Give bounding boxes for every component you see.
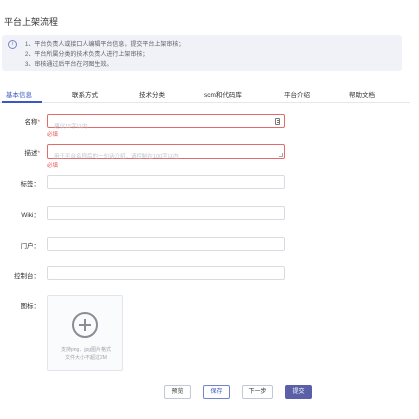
resize-handle-icon[interactable]: [279, 153, 283, 157]
upload-hint-size: 文件大小不超过2M: [65, 355, 107, 361]
required-mark: *: [37, 119, 40, 126]
page-title: 平台上架流程: [4, 17, 59, 27]
preview-button[interactable]: 预览: [164, 385, 191, 399]
tab-bar: 基本信息 联系方式 技术分类 scm和代码库 平台介绍 帮助文档: [0, 85, 410, 103]
info-icon: i: [8, 40, 17, 49]
plus-circle-icon: [72, 312, 98, 338]
required-mark: *: [37, 150, 40, 157]
portal-label: 门户：: [20, 243, 41, 250]
name-label: 名称*: [24, 119, 40, 126]
desc-label: 描述*: [24, 150, 40, 157]
wiki-label: Wiki：: [21, 212, 40, 219]
name-input[interactable]: [48, 121, 268, 133]
console-label: 控制台：: [14, 273, 40, 280]
desc-field[interactable]: [47, 144, 285, 163]
notice-box: i 1、平台负责人或接口人编辑平台信息，提交平台上架审核； 2、平台所属分类的技…: [2, 35, 402, 71]
notice-line: 2、平台所属分类的技术负责人进行上架审核；: [25, 52, 149, 58]
document-icon: [275, 118, 280, 125]
portal-field[interactable]: [47, 237, 285, 256]
wiki-field[interactable]: [47, 206, 285, 225]
desc-error: 必填: [47, 163, 59, 169]
notice-line: 1、平台负责人或接口人编辑平台信息，提交平台上架审核；: [25, 42, 185, 48]
portal-input[interactable]: [48, 244, 268, 256]
name-field[interactable]: [47, 114, 285, 133]
save-button[interactable]: 保存: [203, 385, 230, 399]
submit-button[interactable]: 提交: [285, 385, 312, 399]
name-error: 必填: [47, 132, 59, 138]
tab-tech-category[interactable]: 技术分类: [139, 89, 165, 99]
icon-label: 图标：: [20, 303, 41, 310]
next-step-button[interactable]: 下一步: [242, 385, 273, 399]
tab-basic-info[interactable]: 基本信息: [6, 89, 32, 99]
tags-label: 标签：: [20, 181, 41, 188]
tab-contact[interactable]: 联系方式: [72, 89, 98, 99]
wiki-input[interactable]: [48, 213, 268, 225]
console-input[interactable]: [48, 273, 268, 285]
console-field[interactable]: [47, 266, 285, 285]
tab-platform-intro[interactable]: 平台介绍: [284, 89, 310, 99]
active-tab-indicator: [2, 101, 42, 103]
icon-upload[interactable]: 支持png、jpg图片格式 文件大小不超过2M: [47, 295, 123, 371]
tab-scm-repo[interactable]: scm和代码库: [204, 89, 242, 99]
notice-line: 3、审核通过后平台在河图生效。: [25, 62, 113, 68]
desc-input[interactable]: [48, 151, 268, 163]
tab-help-docs[interactable]: 帮助文档: [349, 89, 375, 99]
tags-field[interactable]: [47, 175, 285, 194]
tags-input[interactable]: [48, 182, 268, 194]
upload-hint-format: 支持png、jpg图片格式: [60, 347, 111, 353]
